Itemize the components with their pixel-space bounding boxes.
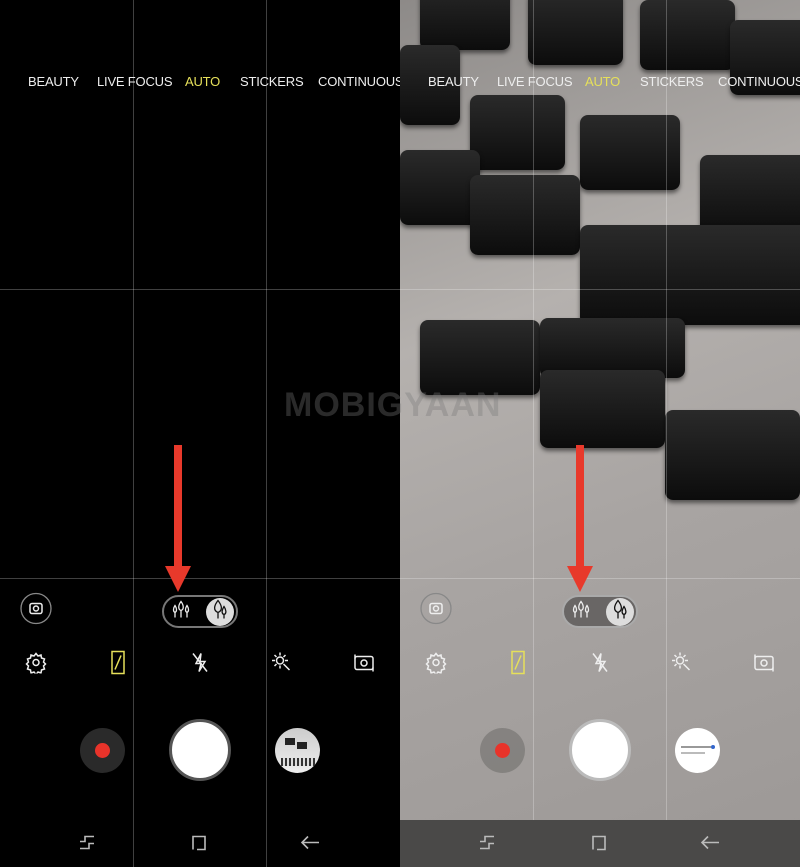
mode-stickers[interactable]: STICKERS — [640, 74, 704, 89]
toggle-knob — [206, 598, 234, 626]
recents-icon[interactable] — [478, 835, 496, 856]
grid-line — [400, 578, 800, 579]
red-arrow — [174, 445, 182, 570]
mode-stickers[interactable]: STICKERS — [240, 74, 304, 89]
navigation-bar — [400, 820, 800, 867]
mode-selector: BEAUTY LIVE FOCUS AUTO STICKERS CONTINUOUS S — [0, 74, 400, 92]
camera-screen-dark: BEAUTY LIVE FOCUS AUTO STICKERS CONTINUOUS S — [0, 0, 400, 867]
record-button[interactable] — [480, 728, 525, 773]
motion-photo-icon[interactable] — [511, 650, 525, 680]
keyboard-key — [470, 95, 565, 170]
keyboard-key — [420, 320, 540, 395]
mode-live-focus[interactable]: LIVE FOCUS — [97, 74, 172, 89]
keyboard-key — [420, 0, 510, 50]
filter-effects-icon[interactable] — [271, 652, 293, 679]
watermark: MOBIGYAAN — [284, 386, 502, 424]
navigation-bar — [0, 820, 400, 867]
switch-camera-icon[interactable] — [352, 652, 376, 679]
bixby-vision-button[interactable] — [420, 592, 452, 630]
gallery-thumbnail[interactable] — [675, 728, 720, 773]
record-dot-icon — [95, 743, 110, 758]
trees-icon — [571, 600, 591, 625]
keyboard-key — [470, 175, 580, 255]
back-icon[interactable] — [700, 835, 720, 856]
shutter-button[interactable] — [169, 719, 231, 781]
live-focus-toggle[interactable] — [162, 595, 238, 628]
recents-icon[interactable] — [78, 835, 96, 856]
grid-line — [400, 289, 800, 290]
keyboard-key — [540, 370, 665, 448]
home-icon[interactable] — [190, 834, 208, 857]
mode-auto[interactable]: AUTO — [585, 74, 620, 89]
record-dot-icon — [495, 743, 510, 758]
mode-beauty[interactable]: BEAUTY — [28, 74, 79, 89]
grid-line — [133, 0, 134, 867]
filter-effects-icon[interactable] — [671, 652, 693, 679]
flash-off-icon[interactable] — [590, 652, 610, 679]
mode-continuous-s[interactable]: CONTINUOUS S — [318, 74, 400, 89]
keyboard-key — [528, 0, 623, 65]
red-arrow-head — [567, 566, 593, 592]
grid-line — [666, 0, 667, 867]
mode-selector: BEAUTY LIVE FOCUS AUTO STICKERS CONTINUOUS — [400, 74, 800, 92]
shutter-button[interactable] — [569, 719, 631, 781]
flash-off-icon[interactable] — [190, 652, 210, 679]
trees-icon — [171, 600, 191, 625]
keyboard-key — [580, 115, 680, 190]
keyboard-key — [665, 410, 800, 500]
live-focus-toggle[interactable] — [562, 595, 638, 628]
gear-icon[interactable] — [425, 652, 447, 679]
grid-line — [0, 289, 400, 290]
grid-line — [533, 0, 534, 867]
mode-continuous[interactable]: CONTINUOUS — [718, 74, 800, 89]
mode-auto[interactable]: AUTO — [185, 74, 220, 89]
back-icon[interactable] — [300, 835, 320, 856]
droplet-icon — [610, 599, 630, 626]
mode-live-focus[interactable]: LIVE FOCUS — [497, 74, 572, 89]
gear-icon[interactable] — [25, 652, 47, 679]
mode-beauty[interactable]: BEAUTY — [428, 74, 479, 89]
grid-line — [266, 0, 267, 867]
gallery-thumbnail[interactable] — [275, 728, 320, 773]
toggle-knob — [606, 598, 634, 626]
camera-screen-light: BEAUTY LIVE FOCUS AUTO STICKERS CONTINUOUS — [400, 0, 800, 867]
keyboard-key — [540, 318, 685, 378]
switch-camera-icon[interactable] — [752, 652, 776, 679]
motion-photo-icon[interactable] — [111, 650, 125, 680]
red-arrow — [576, 445, 584, 570]
bixby-vision-button[interactable] — [20, 592, 52, 630]
red-arrow-head — [165, 566, 191, 592]
keyboard-key — [700, 155, 800, 235]
keyboard-key — [580, 225, 800, 325]
droplet-icon — [210, 599, 230, 626]
keyboard-key — [640, 0, 735, 70]
keyboard-key — [400, 150, 480, 225]
home-icon[interactable] — [590, 834, 608, 857]
record-button[interactable] — [80, 728, 125, 773]
grid-line — [0, 578, 400, 579]
